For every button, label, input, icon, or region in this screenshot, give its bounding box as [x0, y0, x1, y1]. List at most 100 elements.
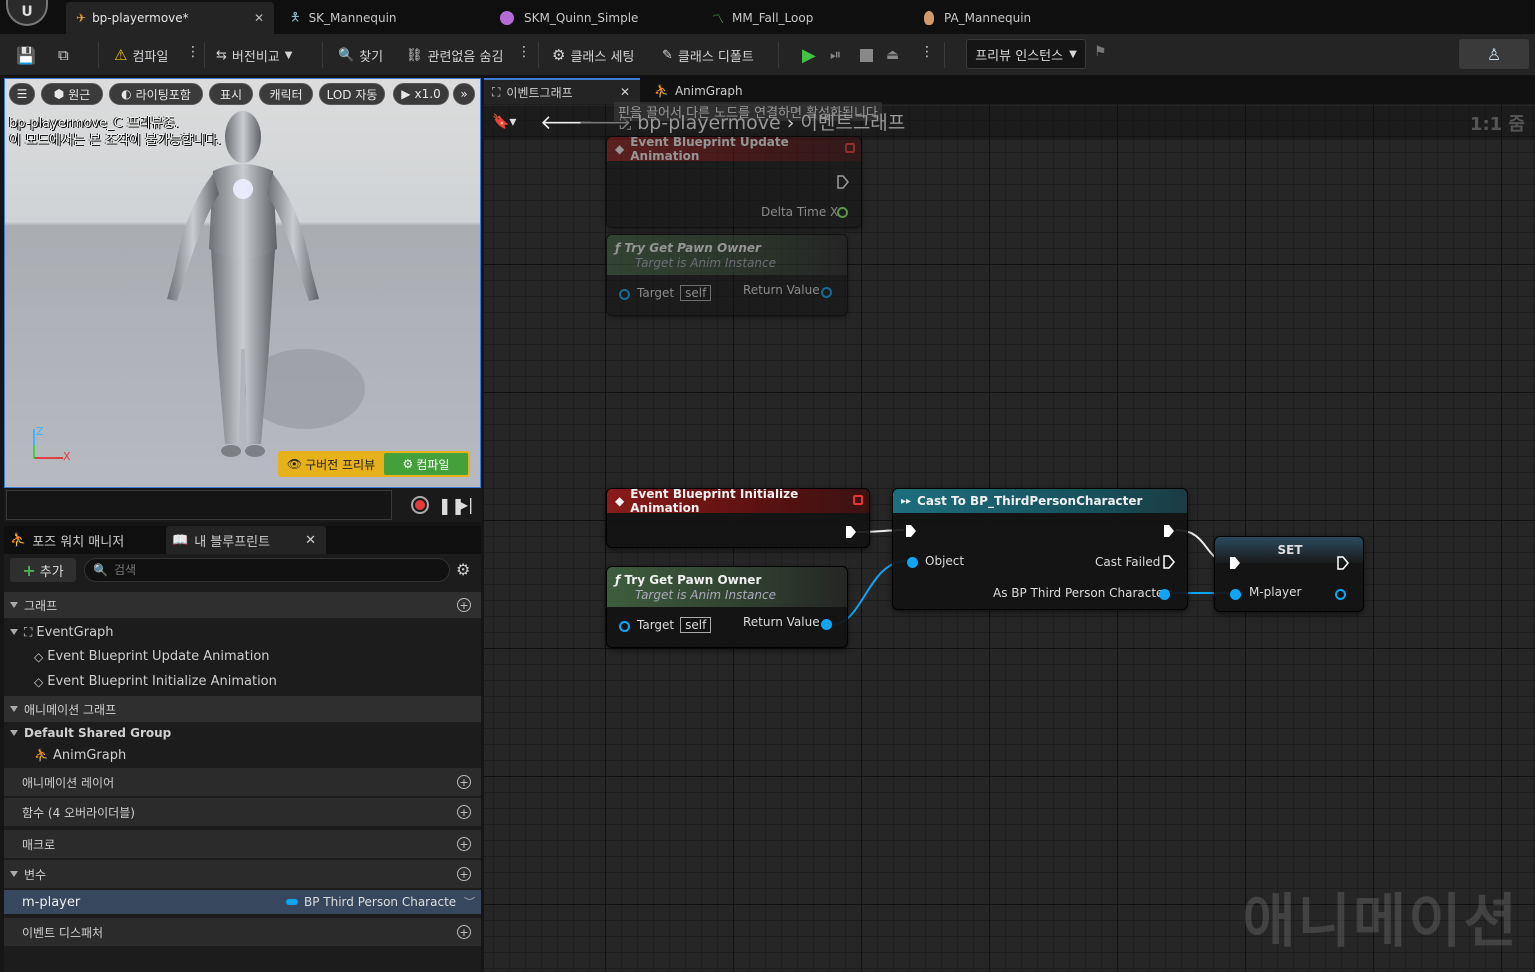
add-dispatcher-icon[interactable]: + [457, 925, 471, 939]
timeline-scrub[interactable] [6, 490, 392, 520]
event-icon: ◇ [34, 674, 44, 689]
node-event-initialize-animation[interactable]: ◆ Event Blueprint Initialize Animation [606, 488, 870, 548]
record-button[interactable] [411, 496, 429, 514]
node-cast-to-bp-thirdperson[interactable]: ▸▸ Cast To BP_ThirdPersonCharacter Objec… [892, 488, 1188, 610]
exec-output-pin[interactable] [1337, 556, 1349, 570]
play-button[interactable]: ▶ [802, 42, 816, 68]
section-functions[interactable]: 함수 (4 오버라이더블) + [4, 798, 481, 826]
section-event-dispatchers[interactable]: 이벤트 디스패처 + [4, 918, 481, 946]
close-icon[interactable]: ✕ [305, 533, 316, 548]
animation-icon: 〽 [712, 11, 725, 26]
search-box[interactable]: 🔍 [84, 558, 450, 582]
return-output-pin[interactable] [821, 287, 832, 298]
target-input-pin[interactable] [619, 289, 630, 300]
exec-output-pin[interactable] [837, 175, 849, 189]
preview-viewport[interactable]: ☰ ⬢ 원근 ◐ 라이팅포함 표시 캐릭터 LOD 자동 ▶ x1.0 » bp-pl… [4, 78, 481, 488]
viewport-more-button[interactable]: » [453, 83, 475, 105]
section-graphs[interactable]: 그래프 + [4, 592, 481, 618]
m-player-output-pin[interactable] [1335, 589, 1346, 600]
play-options-icon[interactable]: ⋮ [920, 44, 934, 60]
physics-asset-icon [924, 11, 934, 25]
section-macros[interactable]: 매크로 + [4, 830, 481, 858]
settings-gear-icon[interactable]: ⚙ [456, 560, 470, 579]
list-item-default-shared-group[interactable]: Default Shared Group [4, 722, 481, 744]
tab-pa-mannequin[interactable]: PA_Mannequin [914, 2, 1114, 34]
hide-options-icon[interactable]: ⋮ [517, 44, 531, 60]
add-graph-icon[interactable]: + [457, 598, 471, 612]
add-function-icon[interactable]: + [457, 805, 471, 819]
timeline-bar: ❚❚ ▸| [4, 488, 481, 522]
event-graph-icon: ⛶ [24, 624, 33, 639]
node-set-m-player[interactable]: SET M-player [1214, 536, 1364, 612]
compile-options-icon[interactable]: ⋮ [186, 44, 200, 60]
add-button[interactable]: + 추가 [10, 558, 76, 582]
node-event-update-animation[interactable]: ◆ Event Blueprint Update Animation Delta… [606, 136, 862, 228]
node-try-get-pawn-owner-2[interactable]: ƒ Try Get Pawn Owner Target is Anim Inst… [606, 566, 848, 648]
return-output-pin[interactable] [821, 619, 832, 630]
tab-pose-watch-manager[interactable]: ⛹ 포즈 워치 매니저 [4, 526, 162, 554]
list-item-eventgraph[interactable]: ⛶ EventGraph [4, 620, 481, 644]
exec-input-pin[interactable] [905, 524, 917, 538]
browse-button[interactable]: ⧉ [58, 42, 69, 68]
unreal-logo-icon[interactable]: U [6, 0, 48, 26]
m-player-input-pin[interactable] [1230, 589, 1241, 600]
as-bp-output-pin[interactable] [1159, 589, 1170, 600]
search-input[interactable] [113, 563, 434, 577]
anim-blueprint-icon: ✈ [76, 11, 87, 25]
compile-button[interactable]: ⚠ 컴파일 [114, 42, 168, 68]
tab-bp-playermove[interactable]: ✈ bp-playermove* ✕ [66, 2, 274, 34]
tab-skm-quinn-simple[interactable]: SKM_Quinn_Simple [490, 2, 690, 34]
exec-input-pin[interactable] [1229, 556, 1241, 570]
save-button[interactable]: 💾 [16, 42, 36, 68]
add-variable-icon[interactable]: + [457, 867, 471, 881]
preview-instance-dropdown[interactable]: 프리뷰 인스턴스 ▼ [966, 39, 1086, 69]
section-animation-layers[interactable]: 애니메이션 레이어 + [4, 768, 481, 796]
exec-output-pin[interactable] [1163, 524, 1175, 538]
section-animation-graphs[interactable]: 애니메이션 그래프 [4, 696, 481, 722]
add-layer-icon[interactable]: + [457, 775, 471, 789]
toolbar-divider [538, 42, 539, 68]
section-variables[interactable]: 변수 + [4, 860, 481, 888]
cast-failed-pin[interactable] [1163, 555, 1175, 569]
perspective-button[interactable]: ⬢ 원근 [41, 83, 103, 105]
chevron-down-icon [10, 602, 18, 608]
exec-output-pin[interactable] [845, 525, 857, 539]
eject-button[interactable]: ⏏ [886, 42, 899, 68]
viewport-compile-button[interactable]: ⚙ 컴파일 [384, 453, 468, 475]
find-button[interactable]: 🔍 찾기 [338, 42, 383, 68]
class-settings-button[interactable]: ⚙ 클래스 세팅 [552, 42, 634, 68]
viewport-menu-button[interactable]: ☰ [9, 83, 35, 105]
step-forward-button[interactable]: ▸| [460, 495, 473, 514]
mode-switch-button[interactable]: ♙ [1459, 39, 1529, 69]
hide-unrelated-button[interactable]: ⛓ 관련없음 숨김 [406, 42, 503, 68]
function-icon: ƒ Try Get Pawn Owner [615, 572, 762, 587]
old-preview-button[interactable]: 👁 구버전 프리뷰 [280, 453, 382, 475]
diff-button[interactable]: ⇆ 버전비교 ▼ [216, 42, 292, 68]
float-output-pin[interactable] [837, 207, 848, 218]
character-mode-icon: ♙ [1486, 44, 1502, 64]
step-button[interactable]: ⏯ [830, 42, 841, 68]
target-input-pin[interactable] [619, 621, 630, 632]
mannequin-preview [167, 111, 365, 457]
node-header: ◆ Event Blueprint Update Animation [607, 137, 861, 163]
stop-button[interactable] [860, 42, 873, 68]
node-try-get-pawn-owner-1[interactable]: ƒ Try Get Pawn Owner Target is Anim Inst… [606, 234, 848, 316]
class-defaults-button[interactable]: ✎ 클래스 디폴트 [662, 42, 754, 68]
tab-sk-mannequin[interactable]: 🯅 SK_Mannequin [280, 2, 480, 34]
close-icon[interactable]: ✕ [254, 11, 264, 25]
list-item-animgraph[interactable]: ⛹ AnimGraph [4, 744, 481, 766]
toolbar-divider [322, 42, 323, 68]
graph-editor[interactable]: ⛶ 이벤트그래프 ✕ ⛹ AnimGraph 🔖▾ 🡐 🡒 핀을 끌어서 다른 … [484, 76, 1535, 972]
playback-speed-button[interactable]: ▶ x1.0 [393, 83, 449, 105]
visibility-eye-icon[interactable]: ︶ [464, 894, 475, 910]
tab-mm-fall-loop[interactable]: 〽 MM_Fall_Loop [702, 2, 902, 34]
add-macro-icon[interactable]: + [457, 837, 471, 851]
list-item-event-init[interactable]: ◇ Event Blueprint Initialize Animation [4, 669, 481, 694]
object-input-pin[interactable] [907, 557, 918, 568]
variable-row-m-player[interactable]: m-player BP Third Person Characte ︶ [4, 890, 481, 914]
list-item-event-update[interactable]: ◇ Event Blueprint Update Animation [4, 644, 481, 669]
anim-graph-icon: ⛹ [34, 748, 49, 762]
debug-filter-icon[interactable]: ⚑ [1094, 44, 1107, 60]
eject-icon: ⏏ [886, 47, 900, 63]
tab-my-blueprint[interactable]: 📖 내 블루프린트 ✕ [166, 526, 326, 554]
